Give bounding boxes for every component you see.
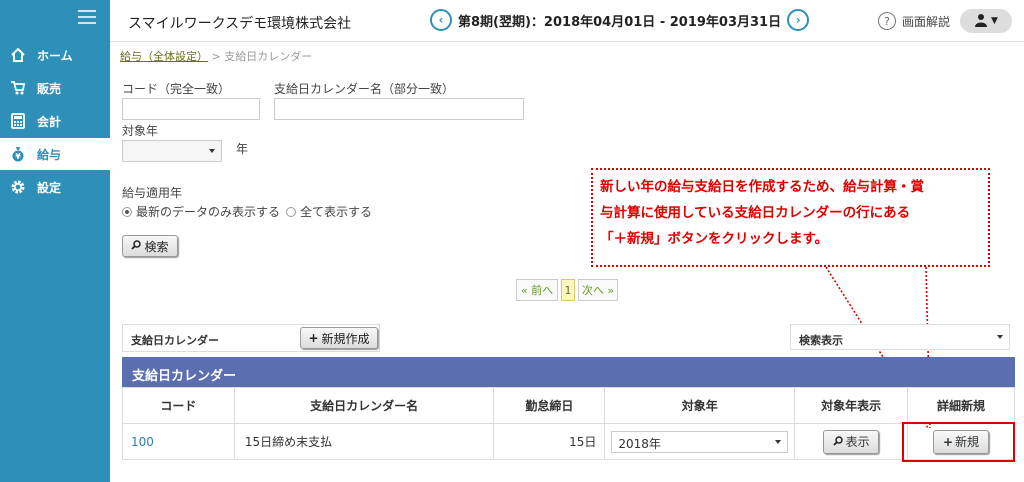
- period-selector: ‹ 第8期(翌期)：2018年04月01日 - 2019年03月31日 ›: [430, 9, 810, 31]
- breadcrumb-current: 支給日カレンダー: [224, 50, 313, 63]
- target-year-select[interactable]: [122, 140, 222, 162]
- search-icon: [832, 435, 843, 449]
- search-display-select[interactable]: 検索表示: [790, 324, 1010, 350]
- search-icon: [131, 239, 142, 253]
- sidebar-item-label: ホーム: [37, 48, 73, 63]
- radio-latest-label: 最新のデータのみ表示する: [136, 205, 281, 219]
- sidebar-item-home[interactable]: ホーム: [0, 39, 110, 71]
- plus-icon: +: [308, 331, 319, 345]
- radio-latest[interactable]: [122, 207, 132, 217]
- calendar-table-title: 支給日カレンダー: [122, 357, 1015, 387]
- search-button[interactable]: 検索: [122, 235, 178, 257]
- top-bar: スマイルワークスデモ環境株式会社 ‹ 第8期(翌期)：2018年04月01日 -…: [110, 0, 1024, 42]
- breadcrumb-parent-link[interactable]: 給与（全体設定）: [120, 50, 208, 63]
- calculator-icon: [9, 112, 27, 130]
- help-label: 画面解説: [902, 14, 951, 29]
- sidebar-item-payroll[interactable]: ¥ 給与: [0, 138, 110, 170]
- callout-line: 「＋新規」ボタンをクリックします。: [600, 231, 829, 247]
- close-day-cell: 15日: [493, 423, 606, 460]
- chevron-down-icon: [997, 335, 1003, 339]
- calendar-toolbar-label: 支給日カレンダー: [131, 334, 219, 347]
- new-create-button[interactable]: + 新規作成: [300, 327, 378, 349]
- sidebar: ホーム 販売 会計 ¥ 給与 設定: [0, 0, 110, 482]
- pagination-prev[interactable]: « 前へ: [516, 279, 558, 301]
- question-icon: ?: [878, 12, 896, 30]
- new-create-button-label: 新規作成: [321, 331, 370, 346]
- show-year-button[interactable]: 表示: [823, 429, 880, 454]
- breadcrumb-separator: >: [211, 50, 221, 63]
- calendar-table: コード 支給日カレンダー名 勤怠締日 対象年 対象年表示 詳細新規 100 15…: [122, 387, 1015, 460]
- hamburger-menu-icon[interactable]: [78, 10, 96, 24]
- show-year-button-label: 表示: [845, 435, 870, 449]
- column-header-year: 対象年: [604, 387, 796, 424]
- callout-line: 新しい年の給与支給日を作成するため、給与計算・賞: [600, 179, 924, 195]
- row-year-select[interactable]: 2018年: [611, 430, 789, 453]
- sidebar-item-settings[interactable]: 設定: [0, 171, 110, 203]
- column-header-year-display: 対象年表示: [794, 387, 909, 424]
- code-link[interactable]: 100: [131, 435, 154, 449]
- cart-icon: [9, 79, 27, 97]
- period-label: 第8期(翌期)：2018年04月01日 - 2019年03月31日: [458, 14, 782, 30]
- column-header-name: 支給日カレンダー名: [233, 387, 495, 424]
- instruction-callout: 新しい年の給与支給日を作成するため、給与計算・賞 与計算に使用している支給日カレ…: [591, 168, 990, 267]
- sidebar-item-label: 設定: [37, 180, 62, 195]
- prev-period-icon[interactable]: ‹: [430, 9, 452, 31]
- pagination-next[interactable]: 次へ »: [578, 279, 618, 301]
- column-header-code: コード: [122, 387, 235, 424]
- row-year-value: 2018年: [618, 436, 661, 451]
- target-year-label: 対象年: [122, 124, 159, 138]
- svg-text:¥: ¥: [15, 152, 21, 161]
- breadcrumb: 給与（全体設定） > 支給日カレンダー: [120, 48, 312, 64]
- radio-latest-option[interactable]: 最新のデータのみ表示する: [122, 203, 280, 220]
- radio-all-option[interactable]: 全て表示する: [286, 203, 372, 220]
- sidebar-item-label: 給与: [37, 147, 62, 162]
- search-display-label: 検索表示: [799, 334, 843, 347]
- moneybag-icon: ¥: [9, 145, 27, 163]
- highlight-box: [902, 422, 1015, 462]
- calendar-name-label: 支給日カレンダー名（部分一致）: [274, 82, 455, 96]
- home-icon: [9, 46, 27, 64]
- sidebar-item-label: 会計: [37, 114, 62, 129]
- company-name: スマイルワークスデモ環境株式会社: [128, 16, 352, 32]
- user-menu-button[interactable]: ▼: [960, 9, 1012, 33]
- search-button-label: 検索: [144, 239, 169, 254]
- sidebar-item-label: 販売: [37, 81, 62, 96]
- year-suffix: 年: [236, 142, 249, 156]
- calendar-name-cell: 15日締め末支払: [233, 423, 495, 460]
- chevron-down-icon: ▼: [991, 16, 998, 26]
- chevron-down-icon: [775, 439, 782, 444]
- help-button[interactable]: ? 画面解説: [878, 12, 950, 30]
- pagination-current: 1: [561, 279, 575, 301]
- sidebar-item-accounting[interactable]: 会計: [0, 105, 110, 137]
- column-header-detail-new: 詳細新規: [907, 387, 1015, 424]
- radio-all[interactable]: [286, 207, 296, 217]
- user-icon: [974, 13, 988, 30]
- calendar-name-input[interactable]: [274, 98, 524, 120]
- column-header-close-day: 勤怠締日: [493, 387, 606, 424]
- table-row: 100 15日締め末支払 15日 2018年 表示 + 新規: [122, 423, 1015, 460]
- sidebar-item-sales[interactable]: 販売: [0, 72, 110, 104]
- chevron-down-icon: [209, 149, 215, 153]
- gear-icon: [9, 178, 27, 196]
- table-header-row: コード 支給日カレンダー名 勤怠締日 対象年 対象年表示 詳細新規: [122, 387, 1015, 424]
- code-input[interactable]: [122, 98, 260, 120]
- callout-line: 与計算に使用している支給日カレンダーの行にある: [600, 205, 911, 221]
- apply-year-label: 給与適用年: [122, 186, 183, 200]
- radio-all-label: 全て表示する: [300, 205, 373, 219]
- code-label: コード（完全一致）: [122, 82, 231, 96]
- next-period-icon[interactable]: ›: [787, 9, 810, 31]
